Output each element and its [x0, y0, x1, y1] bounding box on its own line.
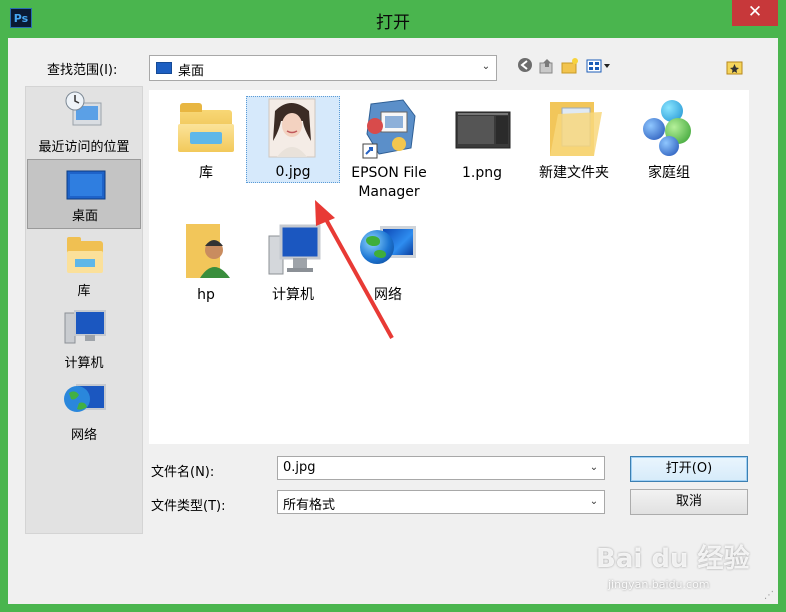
up-folder-icon[interactable] [538, 57, 556, 75]
file-item-1png[interactable]: 1.png [435, 98, 529, 183]
watermark-url: jingyan.baidu.com [608, 578, 710, 591]
homegroup-icon [639, 98, 699, 160]
title-bar[interactable]: Ps 打开 ✕ [0, 0, 786, 38]
cancel-button[interactable]: 取消 [630, 489, 748, 515]
baidu-watermark: Bai du 经验 jingyan.baidu.com [596, 538, 776, 598]
place-label: 网络 [70, 428, 97, 443]
chevron-down-icon[interactable]: ⌄ [478, 56, 494, 80]
dialog-body: 查找范围(I): 桌面 ⌄ 最近访问的位置 桌面 库 计算机 网络 库 0.jp… [8, 38, 778, 604]
user-folder-icon [176, 220, 236, 282]
file-item-label: 新建文件夹 [539, 165, 609, 181]
open-button[interactable]: 打开(O) [630, 456, 748, 482]
place-label: 桌面 [71, 209, 98, 224]
libraries-folder-icon [176, 98, 236, 160]
chevron-down-icon[interactable]: ⌄ [586, 491, 602, 513]
desktop-favorite-icon[interactable] [726, 59, 744, 77]
computer-icon [64, 310, 106, 344]
lookin-dropdown[interactable]: 桌面 ⌄ [149, 55, 497, 81]
watermark-main: Bai du 经验 [596, 544, 750, 574]
network-icon [358, 220, 418, 282]
places-bar: 最近访问的位置 桌面 库 计算机 网络 [25, 86, 143, 534]
filetype-dropdown[interactable]: 所有格式 ⌄ [277, 490, 605, 514]
file-item-network[interactable]: 网络 [341, 220, 435, 305]
lookin-value: 桌面 [178, 64, 205, 79]
filename-value: 0.jpg [283, 460, 316, 475]
filetype-label: 文件类型(T): [151, 499, 226, 514]
file-item-computer[interactable]: 计算机 [246, 220, 340, 305]
folder-icon [544, 98, 604, 160]
file-item-label: 网络 [374, 287, 402, 303]
file-item-epson[interactable]: EPSON File Manager [341, 98, 437, 202]
chevron-down-icon[interactable]: ⌄ [586, 457, 602, 479]
place-recent[interactable]: 最近访问的位置 [27, 89, 141, 159]
open-dialog-window: Ps 打开 ✕ 查找范围(I): 桌面 ⌄ 最近访问的位置 桌面 库 计算机 网… [0, 0, 786, 612]
place-desktop[interactable]: 桌面 [27, 159, 141, 229]
file-item-hp[interactable]: hp [159, 220, 253, 305]
file-item-label: EPSON File Manager [351, 165, 427, 200]
place-label: 计算机 [64, 356, 104, 371]
lookin-label: 查找范围(I): [47, 63, 118, 78]
file-item-label: 计算机 [272, 287, 314, 303]
place-label: 库 [77, 284, 91, 299]
file-item-0jpg[interactable]: 0.jpg [246, 96, 340, 183]
libraries-icon [67, 237, 103, 273]
place-libraries[interactable]: 库 [27, 233, 141, 303]
file-item-label: 1.png [461, 165, 502, 181]
photo-thumbnail-icon [263, 97, 323, 159]
epson-shortcut-icon [359, 98, 419, 160]
place-label: 最近访问的位置 [38, 140, 130, 155]
desktop-small-icon [156, 62, 172, 74]
filename-label: 文件名(N): [151, 465, 215, 480]
file-item-label: 家庭组 [648, 165, 690, 181]
network-icon [64, 384, 106, 412]
file-item-label: 库 [199, 165, 213, 181]
computer-icon [263, 220, 323, 282]
file-item-label: 0.jpg [275, 164, 311, 180]
back-icon[interactable] [516, 57, 534, 75]
file-item-libraries[interactable]: 库 [159, 98, 253, 183]
view-menu-icon[interactable] [585, 57, 613, 75]
new-folder-icon[interactable] [561, 57, 579, 75]
screenshot-thumbnail-icon [452, 98, 512, 160]
file-item-label: hp [197, 287, 215, 303]
filename-input[interactable]: 0.jpg ⌄ [277, 456, 605, 480]
place-computer[interactable]: 计算机 [27, 305, 141, 375]
dialog-title: 打开 [376, 13, 410, 33]
file-list-view[interactable]: 库 0.jpg EPSON File Manager 1.png 新建文件夹 家… [149, 90, 749, 444]
place-network[interactable]: 网络 [27, 377, 141, 447]
desktop-icon [66, 170, 106, 200]
file-item-new-folder[interactable]: 新建文件夹 [527, 98, 621, 183]
filetype-value: 所有格式 [283, 498, 336, 513]
file-item-homegroup[interactable]: 家庭组 [622, 98, 716, 183]
close-button[interactable]: ✕ [732, 0, 778, 26]
recent-places-icon [65, 91, 102, 126]
